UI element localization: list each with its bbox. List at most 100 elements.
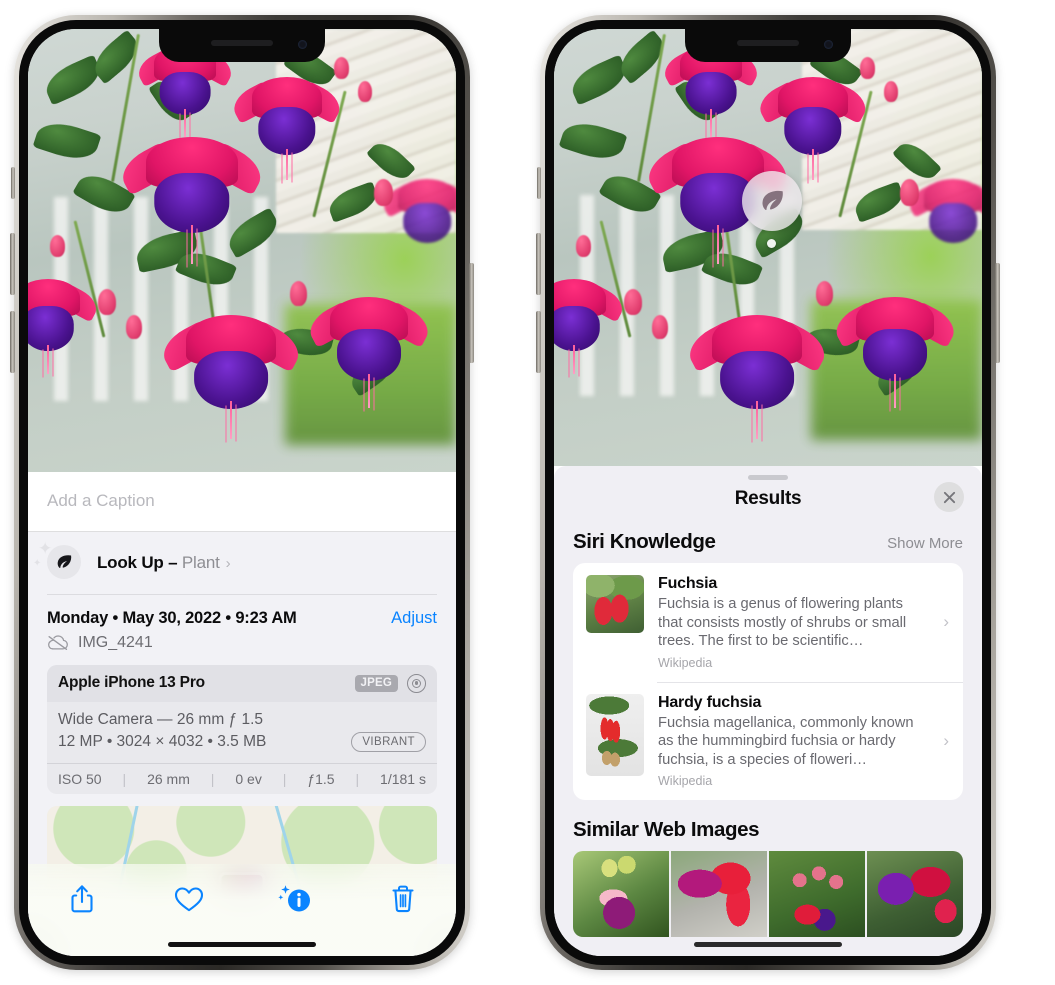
sheet-header: Results <box>554 480 982 526</box>
chevron-right-icon: › <box>225 554 231 572</box>
left-iphone-device: Add a Caption ✦ ✦ Look Up – Plant › Mond… <box>10 15 474 970</box>
exif-separator: | <box>210 770 215 787</box>
look-up-label: Look Up – Plant <box>97 553 220 573</box>
section-title: Similar Web Images <box>573 818 760 841</box>
right-phone-screen: Results Siri Knowledge Show More Fuchsia… <box>554 29 982 956</box>
sparkle-icon: ✦ <box>33 558 42 569</box>
flower-bud <box>374 179 393 206</box>
delete-button[interactable] <box>376 878 430 920</box>
mute-switch[interactable] <box>11 167 15 199</box>
show-more-button[interactable]: Show More <box>887 535 963 552</box>
fuchsia-flower <box>554 279 628 375</box>
photo-fuchsia-left[interactable] <box>28 29 456 472</box>
power-button[interactable] <box>995 263 1000 363</box>
exif-focal: 26 mm <box>147 770 190 787</box>
volume-down-button[interactable] <box>10 311 15 373</box>
earpiece-speaker <box>211 40 273 46</box>
adjust-button[interactable]: Adjust <box>391 609 437 628</box>
exif-iso: ISO 50 <box>58 770 102 787</box>
web-image-thumb[interactable] <box>769 851 865 937</box>
web-image-thumb[interactable] <box>671 851 767 937</box>
web-image-thumb[interactable] <box>867 851 963 937</box>
camera-info-card[interactable]: Apple iPhone 13 Pro JPEG Wide Camera — 2… <box>47 664 437 794</box>
fuchsia-flower <box>378 179 456 243</box>
knowledge-result-row[interactable]: Fuchsia Fuchsia is a genus of flowering … <box>573 563 963 682</box>
fuchsia-flower <box>228 77 346 180</box>
result-title: Fuchsia <box>658 575 718 592</box>
front-camera <box>298 40 307 49</box>
cloud-slash-icon <box>47 634 69 651</box>
result-source: Wikipedia <box>658 774 713 788</box>
fuchsia-flower <box>754 77 872 180</box>
chevron-right-icon: › <box>943 612 949 632</box>
exif-separator: | <box>282 770 287 787</box>
notch <box>159 29 325 62</box>
flower-bud <box>576 235 591 257</box>
volume-down-button[interactable] <box>536 311 541 373</box>
aperture-icon[interactable] <box>407 673 426 693</box>
fuchsia-flower <box>115 137 269 264</box>
screenshot-stage: Add a Caption ✦ ✦ Look Up – Plant › Mond… <box>0 0 1055 985</box>
file-row: IMG_4241 <box>28 628 456 665</box>
visual-lookup-badge[interactable] <box>742 171 802 231</box>
flower-bud <box>50 235 65 257</box>
result-description: Fuchsia is a genus of flowering plants t… <box>658 596 907 649</box>
flower-bud <box>884 81 898 102</box>
right-iphone-device: Results Siri Knowledge Show More Fuchsia… <box>536 15 1000 970</box>
leaf-icon <box>762 190 783 211</box>
exif-row: ISO 50 | 26 mm | 0 ev | ƒ1.5 | 1/181 s <box>47 762 437 794</box>
favorite-button[interactable] <box>162 878 216 920</box>
result-source: Wikipedia <box>658 655 713 670</box>
flower-bud <box>98 289 116 315</box>
close-icon[interactable] <box>934 482 964 512</box>
left-phone-screen: Add a Caption ✦ ✦ Look Up – Plant › Mond… <box>28 29 456 956</box>
date-row: Monday • May 30, 2022 • 9:23 AM Adjust <box>28 595 456 628</box>
exif-separator: | <box>355 770 360 787</box>
fuchsia-flower <box>682 315 832 440</box>
notch <box>685 29 851 62</box>
photographic-style-badge: VIBRANT <box>351 731 426 752</box>
result-description: Fuchsia magellanica, commonly known as t… <box>658 714 914 768</box>
result-title: Hardy fuchsia <box>658 693 762 711</box>
exif-shutter: 1/181 s <box>380 770 426 787</box>
look-up-row[interactable]: ✦ ✦ Look Up – Plant › <box>28 532 456 594</box>
knowledge-result-row[interactable]: Hardy fuchsia Fuchsia magellanica, commo… <box>573 681 963 801</box>
section-title: Siri Knowledge <box>573 530 716 553</box>
look-up-text: Look Up <box>97 553 164 572</box>
exif-ev: 0 ev <box>235 770 262 787</box>
volume-up-button[interactable] <box>536 233 541 295</box>
exif-separator: | <box>122 770 127 787</box>
result-text: Fuchsia Fuchsia is a genus of flowering … <box>658 575 951 670</box>
format-badge: JPEG <box>354 674 398 692</box>
siri-knowledge-card: Fuchsia Fuchsia is a genus of flowering … <box>573 563 963 800</box>
fuchsia-flower <box>28 279 102 375</box>
flower-bud <box>900 179 919 206</box>
fuchsia-flower <box>904 179 982 243</box>
file-name: IMG_4241 <box>78 633 153 651</box>
flower-bud <box>334 57 349 79</box>
look-up-subject: Plant <box>181 553 220 572</box>
visual-lookup-anchor-dot <box>767 239 776 248</box>
result-thumbnail <box>586 693 644 776</box>
power-button[interactable] <box>469 263 474 363</box>
leaf-icon <box>47 545 81 579</box>
home-indicator[interactable] <box>694 942 842 947</box>
web-image-thumb[interactable] <box>573 851 669 937</box>
mute-switch[interactable] <box>537 167 541 199</box>
lookup-icon-wrap: ✦ ✦ <box>33 540 83 581</box>
info-button[interactable] <box>269 878 323 920</box>
chevron-right-icon: › <box>943 730 949 750</box>
share-button[interactable] <box>55 878 109 920</box>
camera-card-header: Apple iPhone 13 Pro JPEG <box>47 664 437 702</box>
left-phone-bezel: Add a Caption ✦ ✦ Look Up – Plant › Mond… <box>19 20 465 965</box>
home-indicator[interactable] <box>168 942 316 947</box>
flower-bud <box>624 289 642 315</box>
similar-web-images-row <box>573 851 963 937</box>
flower-bud <box>816 281 833 306</box>
fuchsia-flower <box>304 297 434 408</box>
look-up-dash: – <box>163 553 182 572</box>
caption-field[interactable]: Add a Caption <box>28 472 456 532</box>
volume-up-button[interactable] <box>10 233 15 295</box>
photo-fuchsia-right[interactable] <box>554 29 982 466</box>
flower-bud <box>860 57 875 79</box>
